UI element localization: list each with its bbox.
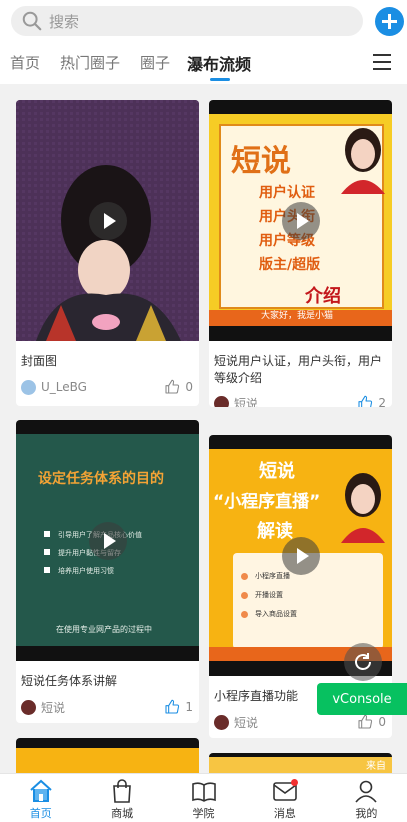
- play-icon[interactable]: [281, 201, 320, 240]
- like-count: 0: [378, 715, 386, 729]
- presenter-image: [341, 473, 385, 543]
- header: 搜索 首页 热门圈子 圈子 瀑布流频: [0, 0, 407, 84]
- cover-heading: 设定任务体系的目的: [38, 471, 164, 487]
- like-button[interactable]: 0: [357, 714, 386, 730]
- card-title: 短说任务体系讲解: [21, 674, 118, 688]
- feed-card[interactable]: 短说 用户认证 用户头衔 用户等级 版主/超版 介绍 大家好，我是小猫 短说用户…: [209, 100, 392, 407]
- feed-card[interactable]: 封面图 U_LeBG 0: [16, 100, 199, 406]
- nav-label: 商城: [111, 807, 134, 820]
- nav-academy[interactable]: 学院: [163, 774, 244, 822]
- cover-subheading: 解读: [257, 521, 293, 542]
- cover-heading: 短说: [231, 144, 291, 179]
- thumbs-up-icon: [358, 714, 373, 729]
- search-icon: [22, 11, 42, 31]
- feed-card[interactable]: 来自: [209, 753, 392, 774]
- play-icon[interactable]: [281, 536, 320, 575]
- like-count: 2: [378, 396, 386, 407]
- avatar: [214, 714, 229, 730]
- author-name: U_LeBG: [41, 380, 87, 394]
- nav-label: 首页: [29, 807, 52, 820]
- thumbs-up-icon: [165, 699, 180, 714]
- like-button[interactable]: 0: [164, 379, 193, 395]
- cover-line: 小程序直播: [255, 572, 290, 580]
- like-button[interactable]: 2: [357, 395, 386, 407]
- presenter-image: [341, 128, 385, 194]
- card-meta: 短说 2: [214, 394, 386, 407]
- app-screen: 搜索 首页 热门圈子 圈子 瀑布流频 封面图 U_LeBG 0 短说 用户认证 …: [0, 0, 407, 822]
- avatar: [21, 379, 36, 395]
- book-icon: [191, 782, 216, 802]
- card-title: 短说用户认证，用户头衔，用户等级介绍: [214, 354, 383, 385]
- play-icon[interactable]: [88, 201, 127, 240]
- card-meta: U_LeBG 0: [21, 378, 193, 396]
- shopping-bag-icon: [113, 779, 131, 803]
- thumbs-up-icon: [165, 379, 180, 394]
- user-icon: [355, 780, 377, 803]
- cover-line: 培养用户使用习惯: [58, 567, 114, 575]
- add-button[interactable]: [375, 7, 404, 36]
- nav-mall[interactable]: 商城: [81, 774, 162, 822]
- tab-waterfall[interactable]: 瀑布流频: [187, 51, 251, 75]
- refresh-icon: [355, 653, 371, 670]
- nav-label: 消息: [273, 807, 296, 820]
- card-cover: [16, 748, 199, 774]
- bottom-nav: 首页 商城 学院 消息 我的: [0, 773, 407, 822]
- card-meta: 短说 1: [21, 698, 193, 716]
- author-name: 短说: [234, 396, 259, 408]
- source-label: 来自: [366, 761, 386, 772]
- card-cover: 设定任务体系的目的 引导用户了解产品核心价值 提升用户黏性与留存 培养用户使用习…: [16, 420, 199, 661]
- cover-line: 导入商品设置: [255, 610, 297, 618]
- nav-label: 学院: [192, 807, 215, 820]
- cover-line: 开播设置: [255, 591, 283, 599]
- refresh-button[interactable]: [344, 643, 382, 681]
- search-placeholder: 搜索: [49, 12, 80, 31]
- card-cover: 短说 “小程序直播” 解读 小程序直播 开播设置 导入商品设置: [209, 435, 392, 676]
- active-tab-indicator: [210, 78, 230, 81]
- feed-card[interactable]: [16, 738, 199, 774]
- cover-line: 用户认证: [259, 185, 315, 201]
- cover-footer: 介绍: [305, 286, 341, 307]
- avatar: [21, 699, 36, 715]
- like-button[interactable]: 1: [164, 699, 193, 715]
- author-name: 短说: [234, 715, 259, 730]
- nav-label: 我的: [355, 807, 378, 820]
- tab-circles[interactable]: 圈子: [140, 52, 170, 73]
- vconsole-button[interactable]: vConsole: [317, 683, 407, 715]
- tab-bar: 首页 热门圈子 圈子 瀑布流频: [0, 50, 407, 81]
- like-count: 0: [185, 380, 193, 394]
- cover-caption: 大家好，我是小猫: [261, 311, 334, 321]
- like-count: 1: [185, 700, 193, 714]
- card-title: 封面图: [21, 354, 58, 368]
- tab-hot-circles[interactable]: 热门圈子: [60, 52, 120, 73]
- nav-messages[interactable]: 消息: [244, 774, 325, 822]
- play-icon[interactable]: [88, 521, 127, 560]
- feed-card[interactable]: 设定任务体系的目的 引导用户了解产品核心价值 提升用户黏性与留存 培养用户使用习…: [16, 420, 199, 723]
- nav-profile[interactable]: 我的: [326, 774, 407, 822]
- nav-home[interactable]: 首页: [0, 774, 81, 822]
- cover-heading: 短说: [259, 461, 295, 482]
- cover-subheading: “小程序直播”: [213, 492, 321, 512]
- thumbs-up-icon: [358, 395, 373, 407]
- tab-home[interactable]: 首页: [10, 52, 40, 73]
- author-name: 短说: [41, 700, 66, 715]
- card-cover: 短说 用户认证 用户头衔 用户等级 版主/超版 介绍 大家好，我是小猫: [209, 100, 392, 341]
- menu-icon[interactable]: [373, 54, 391, 70]
- avatar: [214, 395, 229, 407]
- search-input[interactable]: 搜索: [11, 6, 363, 36]
- cover-line: 版主/超版: [259, 257, 321, 273]
- home-icon: [30, 779, 52, 802]
- card-meta: 短说 0: [214, 713, 386, 731]
- cover-footer: 在使用专业网产品的过程中: [56, 625, 152, 634]
- card-cover: [16, 100, 199, 341]
- card-cover: [209, 757, 392, 774]
